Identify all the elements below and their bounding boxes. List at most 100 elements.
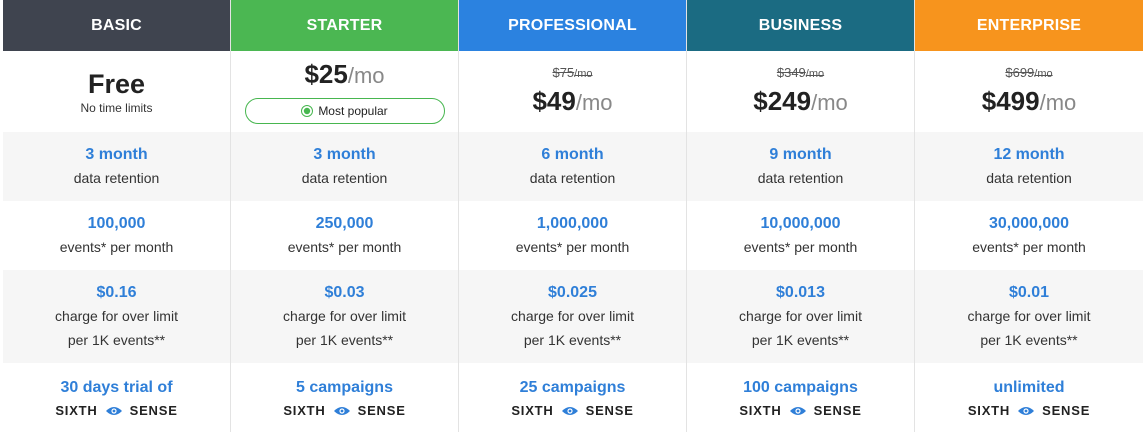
brand-right: SENSE: [129, 403, 178, 418]
events-cell: 1,000,000 events* per month: [459, 201, 686, 270]
price-amount: $249: [753, 86, 812, 116]
events-value: 1,000,000: [536, 214, 609, 232]
brand-right: SENSE: [585, 403, 634, 418]
pricing-table: BASIC Free No time limits 3 month data r…: [3, 0, 1143, 432]
brand-left: SIXTH: [55, 403, 98, 418]
retention-value: 3 month: [85, 145, 148, 163]
plan-column-business: BUSINESS $349/mo $249/mo 9 month data re…: [687, 0, 915, 432]
plan-column-starter: STARTER $25/mo Most popular 3 month data…: [231, 0, 459, 432]
retention-value: 3 month: [313, 145, 376, 163]
events-cell: 10,000,000 events* per month: [687, 201, 914, 270]
retention-label: data retention: [73, 169, 160, 186]
sixth-sense-logo: SIXTH SENSE: [739, 403, 861, 418]
campaigns-value: 30 days trial of: [60, 379, 173, 396]
retention-value: 12 month: [993, 145, 1065, 163]
retention-value: 6 month: [541, 145, 604, 163]
retention-cell: 3 month data retention: [3, 132, 230, 201]
overage-value: $0.025: [548, 283, 597, 301]
overage-cell: $0.16 charge for over limit per 1K event…: [3, 270, 230, 363]
eye-icon: [789, 406, 806, 415]
plan-header: STARTER: [231, 0, 458, 51]
plan-price: $349/mo $249/mo: [687, 51, 914, 132]
plan-header: PROFESSIONAL: [459, 0, 686, 51]
plan-column-enterprise: ENTERPRISE $699/mo $499/mo 12 month data…: [915, 0, 1143, 432]
price-per: /mo: [347, 63, 385, 88]
campaigns-cell: 30 days trial of SIXTH SENSE: [3, 363, 230, 432]
events-label: events* per month: [515, 238, 630, 255]
overage-line1: charge for over limit: [511, 307, 634, 324]
retention-cell: 3 month data retention: [231, 132, 458, 201]
retention-cell: 12 month data retention: [915, 132, 1143, 201]
campaigns-value: 25 campaigns: [519, 379, 626, 396]
price-sub: No time limits: [80, 100, 153, 115]
plan-price: $75/mo $49/mo: [459, 51, 686, 132]
brand-right: SENSE: [813, 403, 862, 418]
overage-line2: per 1K events**: [980, 331, 1078, 348]
brand-left: SIXTH: [511, 403, 554, 418]
old-per: /mo: [574, 68, 593, 80]
sixth-sense-logo: SIXTH SENSE: [55, 403, 177, 418]
old-per: /mo: [1034, 68, 1053, 80]
events-value: 30,000,000: [988, 214, 1070, 232]
retention-value: 9 month: [769, 145, 832, 163]
events-value: 10,000,000: [760, 214, 841, 232]
price-per: /mo: [575, 90, 613, 115]
plan-column-basic: BASIC Free No time limits 3 month data r…: [3, 0, 231, 432]
events-label: events* per month: [59, 238, 174, 255]
plan-price: $699/mo $499/mo: [915, 51, 1143, 132]
overage-cell: $0.03 charge for over limit per 1K event…: [231, 270, 458, 363]
badge-label: Most popular: [318, 104, 388, 118]
overage-line1: charge for over limit: [967, 307, 1091, 324]
plan-header: BUSINESS: [687, 0, 914, 51]
sixth-sense-logo: SIXTH SENSE: [511, 403, 633, 418]
overage-line1: charge for over limit: [739, 307, 862, 324]
old-amount: $699: [1005, 65, 1035, 80]
campaigns-value: unlimited: [993, 379, 1065, 396]
events-label: events* per month: [287, 238, 402, 255]
old-amount: $349: [776, 65, 806, 80]
campaigns-cell: unlimited SIXTH SENSE: [915, 363, 1143, 432]
events-label: events* per month: [972, 238, 1086, 255]
retention-label: data retention: [986, 169, 1072, 186]
eye-icon: [1018, 406, 1035, 415]
events-cell: 30,000,000 events* per month: [915, 201, 1143, 270]
sixth-sense-logo: SIXTH SENSE: [283, 403, 405, 418]
price-amount: $499: [981, 86, 1040, 116]
plan-price: $25/mo Most popular: [231, 51, 458, 132]
campaigns-cell: 5 campaigns SIXTH SENSE: [231, 363, 458, 432]
overage-value: $0.01: [1008, 283, 1050, 301]
campaigns-cell: 25 campaigns SIXTH SENSE: [459, 363, 686, 432]
overage-line2: per 1K events**: [295, 331, 394, 348]
brand-right: SENSE: [357, 403, 406, 418]
price-old: $699/mo: [1005, 65, 1052, 80]
plan-price: Free No time limits: [3, 51, 230, 132]
retention-cell: 9 month data retention: [687, 132, 914, 201]
price-current: $25/mo: [304, 59, 384, 91]
overage-line1: charge for over limit: [283, 307, 406, 324]
retention-label: data retention: [301, 169, 388, 186]
plan-header: ENTERPRISE: [915, 0, 1143, 51]
price-amount: $25: [304, 59, 348, 89]
price-current: $49/mo: [532, 86, 612, 118]
eye-icon: [105, 406, 122, 415]
price-free: Free: [87, 68, 146, 99]
old-per: /mo: [805, 68, 825, 80]
campaigns-cell: 100 campaigns SIXTH SENSE: [687, 363, 914, 432]
events-value: 250,000: [315, 214, 374, 232]
old-amount: $75: [552, 65, 575, 80]
retention-label: data retention: [529, 169, 616, 186]
price-old: $75/mo: [552, 65, 592, 80]
retention-cell: 6 month data retention: [459, 132, 686, 201]
retention-label: data retention: [757, 169, 844, 186]
overage-cell: $0.025 charge for over limit per 1K even…: [459, 270, 686, 363]
overage-line2: per 1K events**: [751, 331, 850, 348]
overage-value: $0.013: [776, 283, 825, 301]
brand-left: SIXTH: [283, 403, 326, 418]
star-icon: [301, 105, 314, 117]
brand-left: SIXTH: [967, 403, 1011, 418]
overage-value: $0.03: [324, 283, 365, 301]
plan-column-professional: PROFESSIONAL $75/mo $49/mo 6 month data …: [459, 0, 687, 432]
eye-icon: [333, 406, 350, 415]
price-old: $349/mo: [777, 65, 824, 80]
overage-cell: $0.013 charge for over limit per 1K even…: [687, 270, 914, 363]
